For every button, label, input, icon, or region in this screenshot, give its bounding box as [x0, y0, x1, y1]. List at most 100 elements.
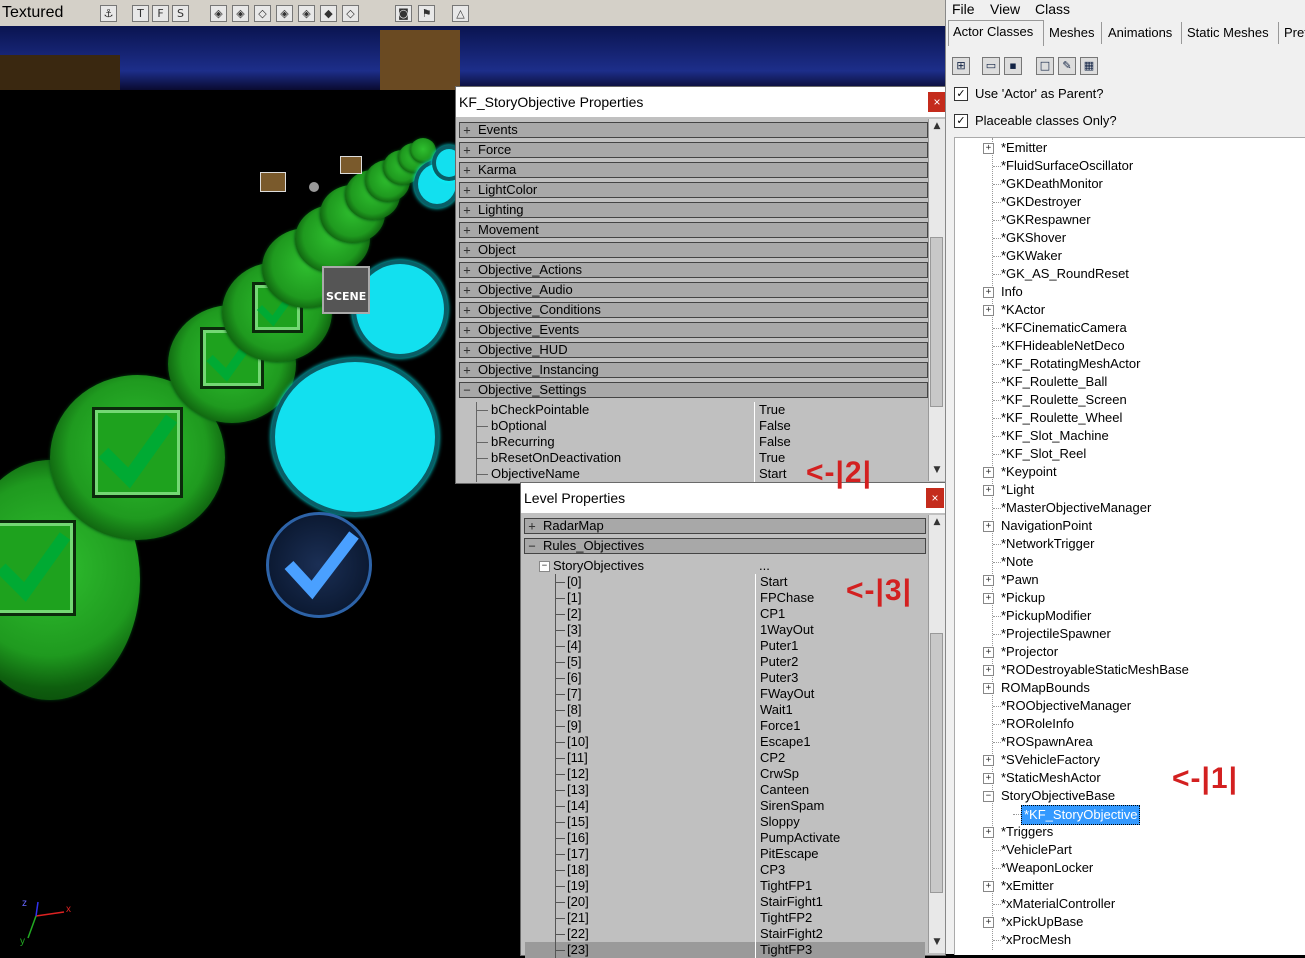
briefcase-icon[interactable]	[340, 156, 362, 174]
expand-icon[interactable]: +	[460, 303, 474, 317]
objective-value[interactable]: FWayOut	[760, 686, 814, 702]
objective-row[interactable]: [21] TightFP2	[525, 910, 925, 926]
expand-icon[interactable]: +	[983, 575, 994, 586]
expand-icon[interactable]: +	[460, 343, 474, 357]
save-icon[interactable]: ▪	[1004, 57, 1022, 75]
expand-icon[interactable]: +	[460, 243, 474, 257]
expand-icon[interactable]: +	[983, 917, 994, 928]
properties-icon[interactable]: ▦	[1080, 57, 1098, 75]
objective-marker-icon[interactable]	[266, 512, 372, 618]
class-tree-item[interactable]: + *Pickup	[955, 589, 1305, 607]
objective-row[interactable]: [11] CP2	[525, 750, 925, 766]
use-actor-as-parent-option[interactable]: ✓ Use 'Actor' as Parent?	[954, 84, 1104, 104]
expand-icon[interactable]: +	[460, 123, 474, 137]
texture-t-icon[interactable]: T	[132, 5, 149, 22]
close-button[interactable]: ×	[928, 92, 946, 112]
objective-value[interactable]: StairFight2	[760, 926, 823, 942]
category-row[interactable]: + Objective_Conditions	[459, 302, 928, 318]
objective-row[interactable]: [20] StairFight1	[525, 894, 925, 910]
expand-icon[interactable]: +	[983, 305, 994, 316]
class-tree-item[interactable]: *ROSpawnArea	[955, 733, 1305, 751]
class-tree-item[interactable]: *PickupModifier	[955, 607, 1305, 625]
class-tree-item[interactable]: *xMaterialController	[955, 895, 1305, 913]
class-tree-item[interactable]: + *Keypoint	[955, 463, 1305, 481]
class-tree-item[interactable]: *ProjectileSpawner	[955, 625, 1305, 643]
class-tree-item[interactable]: + *Pawn	[955, 571, 1305, 589]
objective-row[interactable]: [10] Escape1	[525, 734, 925, 750]
property-value[interactable]: False	[759, 418, 791, 434]
collapse-icon[interactable]: −	[983, 791, 994, 802]
scroll-down-icon[interactable]: ▼	[929, 465, 945, 479]
objective-row[interactable]: [8] Wait1	[525, 702, 925, 718]
expand-icon[interactable]: +	[983, 593, 994, 604]
objective-row[interactable]: [16] PumpActivate	[525, 830, 925, 846]
menu-class[interactable]: Class	[1035, 1, 1070, 17]
class-tree-item[interactable]: *GKDestroyer	[955, 193, 1305, 211]
scroll-down-icon[interactable]: ▼	[929, 937, 945, 951]
class-tree-item[interactable]: *NetworkTrigger	[955, 535, 1305, 553]
category-row[interactable]: + LightColor	[459, 182, 928, 198]
objective-row[interactable]: [9] Force1	[525, 718, 925, 734]
tab-static-meshes[interactable]: Static Meshes	[1183, 22, 1279, 44]
camera-icon[interactable]: ◙	[395, 5, 412, 22]
class-tree-item[interactable]: *MasterObjectiveManager	[955, 499, 1305, 517]
cube-icon[interactable]: ◈	[276, 5, 293, 22]
objective-value[interactable]: Force1	[760, 718, 800, 734]
menu-file[interactable]: File	[952, 1, 975, 17]
viewport-mode-label[interactable]: Textured	[2, 4, 63, 22]
class-tree-item[interactable]: + *xPickUpBase	[955, 913, 1305, 931]
category-row[interactable]: + Objective_Actions	[459, 262, 928, 278]
objective-row[interactable]: [15] Sloppy	[525, 814, 925, 830]
texture-s-icon[interactable]: S	[172, 5, 189, 22]
objective-value[interactable]: PitEscape	[760, 846, 819, 862]
category-row[interactable]: + Objective_Instancing	[459, 362, 928, 378]
scroll-thumb[interactable]	[930, 633, 943, 893]
objective-value[interactable]: CP1	[760, 606, 785, 622]
expand-icon[interactable]: +	[460, 143, 474, 157]
cube-icon[interactable]: ◈	[210, 5, 227, 22]
category-row[interactable]: + RadarMap	[524, 518, 926, 534]
objective-value[interactable]: StairFight1	[760, 894, 823, 910]
briefcase-icon[interactable]	[260, 172, 286, 192]
class-tree-item[interactable]: − StoryObjectiveBase	[955, 787, 1305, 805]
class-tree-item[interactable]: *GKRespawner	[955, 211, 1305, 229]
expand-icon[interactable]: +	[983, 665, 994, 676]
class-tree-icon[interactable]: ⊞	[952, 57, 970, 75]
class-tree-item[interactable]: *GK_AS_RoundReset	[955, 265, 1305, 283]
scroll-thumb[interactable]	[930, 237, 943, 407]
class-tree-item[interactable]: *KF_Roulette_Ball	[955, 373, 1305, 391]
category-row[interactable]: + Objective_Events	[459, 322, 928, 338]
edit-pencil-icon[interactable]: ✎	[1058, 57, 1076, 75]
class-tree-item[interactable]: *VehiclePart	[955, 841, 1305, 859]
placeable-only-option[interactable]: ✓ Placeable classes Only?	[954, 111, 1117, 131]
cube-icon[interactable]: ◇	[342, 5, 359, 22]
class-tree-item[interactable]: + *StaticMeshActor	[955, 769, 1305, 787]
objective-row[interactable]: [19] TightFP1	[525, 878, 925, 894]
tab-prefabs[interactable]: Pref	[1280, 22, 1305, 44]
zombie-objective-icon[interactable]	[271, 358, 439, 516]
class-tree-item[interactable]: + *Light	[955, 481, 1305, 499]
new-doc-icon[interactable]: □	[1036, 57, 1054, 75]
class-tree[interactable]: + *Emitter *FluidSurfaceOscillator *GKDeath…	[954, 137, 1305, 955]
flag-icon[interactable]: ⚑	[418, 5, 435, 22]
objective-value[interactable]: Start	[760, 574, 787, 590]
terrain-icon[interactable]: △	[452, 5, 469, 22]
property-value[interactable]: True	[759, 450, 785, 466]
objective-value[interactable]: Puter3	[760, 670, 798, 686]
tab-meshes[interactable]: Meshes	[1045, 22, 1102, 44]
class-tree-item[interactable]: *KF_Slot_Machine	[955, 427, 1305, 445]
objective-row[interactable]: [14] SirenSpam	[525, 798, 925, 814]
expand-icon[interactable]: +	[983, 647, 994, 658]
property-row[interactable]: bOptional False	[462, 418, 928, 434]
property-value[interactable]: Start	[759, 466, 786, 482]
class-tree-item[interactable]: *KF_Roulette_Wheel	[955, 409, 1305, 427]
objective-row[interactable]: [4] Puter1	[525, 638, 925, 654]
expand-icon[interactable]: +	[983, 755, 994, 766]
objective-row[interactable]: [22] StairFight2	[525, 926, 925, 942]
class-tree-item[interactable]: + *Emitter	[955, 139, 1305, 157]
class-tree-item[interactable]: *GKWaker	[955, 247, 1305, 265]
category-row[interactable]: + Objective_HUD	[459, 342, 928, 358]
class-tree-item[interactable]: *KF_StoryObjective	[955, 805, 1305, 825]
scroll-up-icon[interactable]: ▲	[929, 517, 945, 531]
expand-icon[interactable]: −	[460, 383, 474, 397]
